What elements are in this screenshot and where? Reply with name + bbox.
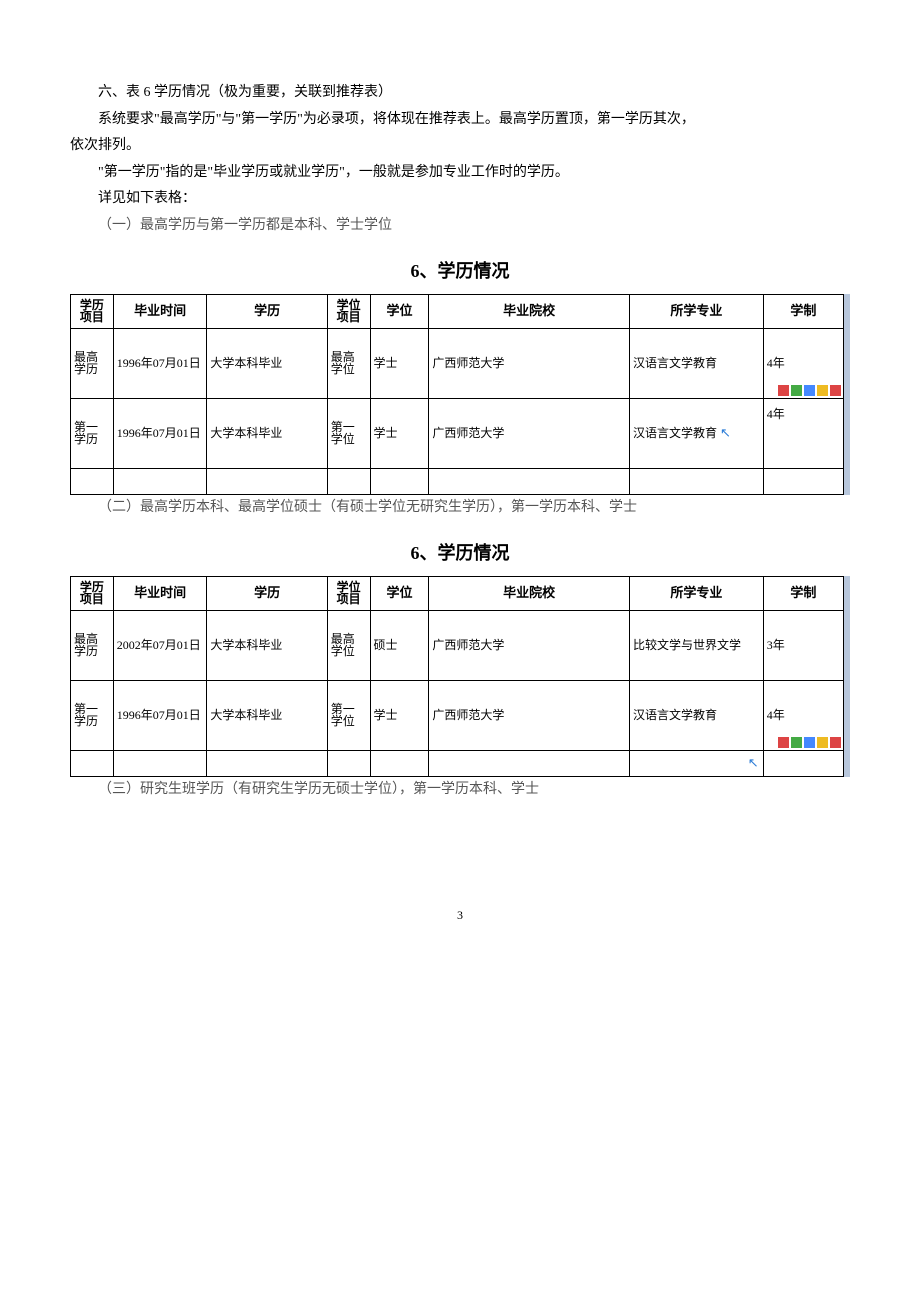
th-edu-item: 学历项目 bbox=[71, 294, 114, 328]
cell-system: 4年 bbox=[763, 680, 843, 750]
cell-major: 汉语言文学教育 bbox=[629, 328, 763, 398]
cell-deg-item: 最高学位 bbox=[327, 610, 370, 680]
cell-edu-item: 第一学历 bbox=[71, 680, 114, 750]
major-text: 汉语言文学教育 bbox=[633, 426, 717, 440]
th-grad-time: 毕业时间 bbox=[113, 576, 207, 610]
cursor-icon: ↖ bbox=[748, 751, 759, 776]
th-grad-time: 毕业时间 bbox=[113, 294, 207, 328]
table-row: 第一学历 1996年07月01日 大学本科毕业 第一学位 学士 广西师范大学 汉… bbox=[71, 398, 844, 468]
cell-system: 4年 bbox=[763, 398, 843, 468]
education-table-1: 学历项目 毕业时间 学历 学位项目 学位 毕业院校 所学专业 学制 最高学历 1… bbox=[70, 294, 844, 495]
cell-time: 1996年07月01日 bbox=[113, 680, 207, 750]
th-school: 毕业院校 bbox=[429, 294, 630, 328]
toolbar-icons[interactable] bbox=[778, 737, 841, 748]
cell-time: 1996年07月01日 bbox=[113, 398, 207, 468]
paragraph-see-table: 详见如下表格： bbox=[70, 186, 850, 213]
cell-school: 广西师范大学 bbox=[429, 328, 630, 398]
th-degree: 学位 bbox=[370, 294, 429, 328]
cell-deg-item: 第一学位 bbox=[327, 398, 370, 468]
cell-time: 2002年07月01日 bbox=[113, 610, 207, 680]
th-education: 学历 bbox=[207, 294, 327, 328]
cell-major: 汉语言文学教育 ↖ bbox=[629, 398, 763, 468]
th-school: 毕业院校 bbox=[429, 576, 630, 610]
th-degree-item: 学位项目 bbox=[327, 294, 370, 328]
table-row: 最高学历 1996年07月01日 大学本科毕业 最高学位 学士 广西师范大学 汉… bbox=[71, 328, 844, 398]
cell-edu: 大学本科毕业 bbox=[207, 328, 327, 398]
cell-degree: 学士 bbox=[370, 328, 429, 398]
delete-icon[interactable] bbox=[830, 385, 841, 396]
cell-edu: 大学本科毕业 bbox=[207, 610, 327, 680]
edit-icon[interactable] bbox=[791, 385, 802, 396]
cell-edu-item: 最高学历 bbox=[71, 610, 114, 680]
add-icon[interactable] bbox=[778, 737, 789, 748]
th-major: 所学专业 bbox=[629, 576, 763, 610]
th-system: 学制 bbox=[763, 576, 843, 610]
toolbar-icons[interactable] bbox=[778, 385, 841, 396]
heading-6: 六、表 6 学历情况（极为重要，关联到推荐表） bbox=[70, 80, 850, 107]
cell-edu-item: 最高学历 bbox=[71, 328, 114, 398]
sub-heading-3: （三）研究生班学历（有研究生学历无硕士学位），第一学历本科、学士 bbox=[70, 777, 850, 804]
paragraph-requirement-cont: 依次排列。 bbox=[70, 133, 850, 160]
move-up-icon[interactable] bbox=[804, 737, 815, 748]
table-row: 第一学历 1996年07月01日 大学本科毕业 第一学位 学士 广西师范大学 汉… bbox=[71, 680, 844, 750]
cell-system: 4年 bbox=[763, 328, 843, 398]
table-1-wrapper: 学历项目 毕业时间 学历 学位项目 学位 毕业院校 所学专业 学制 最高学历 1… bbox=[70, 294, 850, 495]
move-up-icon[interactable] bbox=[804, 385, 815, 396]
cursor-icon: ↖ bbox=[720, 425, 731, 440]
cell-degree: 硕士 bbox=[370, 610, 429, 680]
cell-degree: 学士 bbox=[370, 680, 429, 750]
table-row-empty bbox=[71, 468, 844, 494]
table-2-wrapper: 学历项目 毕业时间 学历 学位项目 学位 毕业院校 所学专业 学制 最高学历 2… bbox=[70, 576, 850, 777]
cell-edu-item: 第一学历 bbox=[71, 398, 114, 468]
cell-major: 比较文学与世界文学 bbox=[629, 610, 763, 680]
move-down-icon[interactable] bbox=[817, 737, 828, 748]
th-degree-item: 学位项目 bbox=[327, 576, 370, 610]
delete-icon[interactable] bbox=[830, 737, 841, 748]
th-degree: 学位 bbox=[370, 576, 429, 610]
cell-system: 3年 bbox=[763, 610, 843, 680]
th-major: 所学专业 bbox=[629, 294, 763, 328]
cell-deg-item: 最高学位 bbox=[327, 328, 370, 398]
system-text: 4年 bbox=[767, 356, 785, 370]
th-edu-item: 学历项目 bbox=[71, 576, 114, 610]
edit-icon[interactable] bbox=[791, 737, 802, 748]
sub-heading-1: （一）最高学历与第一学历都是本科、学士学位 bbox=[70, 213, 850, 240]
sub-heading-2: （二）最高学历本科、最高学位硕士（有硕士学位无研究生学历），第一学历本科、学士 bbox=[70, 495, 850, 522]
cell-school: 广西师范大学 bbox=[429, 398, 630, 468]
th-system: 学制 bbox=[763, 294, 843, 328]
cell-school: 广西师范大学 bbox=[429, 680, 630, 750]
cell-school: 广西师范大学 bbox=[429, 610, 630, 680]
add-icon[interactable] bbox=[778, 385, 789, 396]
education-table-2: 学历项目 毕业时间 学历 学位项目 学位 毕业院校 所学专业 学制 最高学历 2… bbox=[70, 576, 844, 777]
paragraph-requirement: 系统要求"最高学历"与"第一学历"为必录项，将体现在推荐表上。最高学历置顶，第一… bbox=[70, 107, 850, 134]
th-education: 学历 bbox=[207, 576, 327, 610]
cell-edu: 大学本科毕业 bbox=[207, 680, 327, 750]
move-down-icon[interactable] bbox=[817, 385, 828, 396]
cell-edu: 大学本科毕业 bbox=[207, 398, 327, 468]
cell-time: 1996年07月01日 bbox=[113, 328, 207, 398]
cell-degree: 学士 bbox=[370, 398, 429, 468]
table-1-title: 6、学历情况 bbox=[70, 254, 850, 288]
table-row: 最高学历 2002年07月01日 大学本科毕业 最高学位 硕士 广西师范大学 比… bbox=[71, 610, 844, 680]
system-text: 4年 bbox=[767, 708, 785, 722]
cell-deg-item: 第一学位 bbox=[327, 680, 370, 750]
paragraph-first-edu: "第一学历"指的是"毕业学历或就业学历"，一般就是参加专业工作时的学历。 bbox=[70, 160, 850, 187]
table-row-empty: ↖ bbox=[71, 750, 844, 776]
cell-major: 汉语言文学教育 bbox=[629, 680, 763, 750]
table-2-title: 6、学历情况 bbox=[70, 536, 850, 570]
page-number: 3 bbox=[70, 904, 850, 927]
